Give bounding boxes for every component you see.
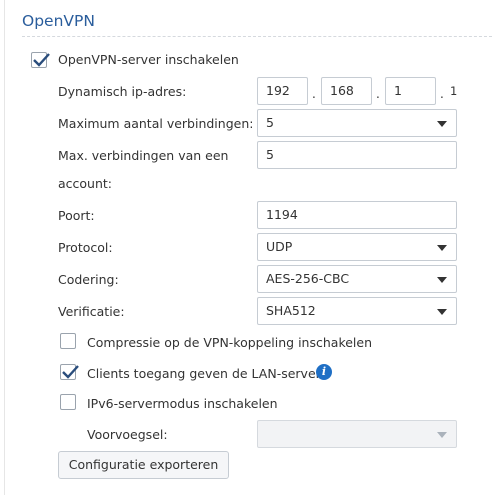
max-per-account-input[interactable]: 5: [257, 141, 457, 169]
info-icon[interactable]: i: [316, 364, 332, 380]
export-config-button[interactable]: Configuratie exporteren: [58, 451, 229, 479]
port-input[interactable]: 1194: [257, 201, 457, 229]
ip-separator: .: [376, 87, 380, 101]
prefix-select[interactable]: [257, 420, 457, 448]
verification-value: SHA512: [266, 303, 316, 318]
lan-access-label: Clients toegang geven de LAN-server: [87, 366, 321, 381]
port-label: Poort:: [58, 208, 95, 223]
protocol-value: UDP: [266, 239, 293, 254]
ip-separator: .: [312, 87, 316, 101]
ip-octet-2-input[interactable]: 168: [321, 77, 372, 105]
ip-separator: .: [440, 87, 444, 101]
verification-label: Verificatie:: [58, 304, 125, 319]
ip-octet-1-input[interactable]: 192: [257, 77, 308, 105]
ip-octet-3-input[interactable]: 1: [385, 77, 436, 105]
ip-octet-1-value: 192: [266, 83, 290, 98]
checkmark-icon: [33, 53, 50, 67]
chevron-down-icon: [437, 432, 447, 438]
port-value: 1194: [266, 207, 298, 222]
prefix-label: Voorvoegsel:: [87, 427, 168, 442]
chevron-down-icon: [437, 277, 447, 283]
ipv6-checkbox[interactable]: [60, 394, 76, 410]
protocol-label: Protocol:: [58, 240, 113, 255]
chevron-down-icon: [437, 309, 447, 315]
panel-border: [4, 0, 5, 495]
ip-octet-2-value: 168: [330, 83, 354, 98]
encryption-value: AES-256-CBC: [266, 271, 350, 286]
max-per-account-value: 5: [266, 147, 274, 162]
dynamic-ip-label: Dynamisch ip-adres:: [58, 84, 187, 99]
protocol-select[interactable]: UDP: [257, 233, 457, 261]
max-connections-value: 5: [266, 115, 274, 130]
section-divider: [22, 36, 492, 37]
chevron-down-icon: [437, 121, 447, 127]
section-title: OpenVPN: [22, 12, 95, 30]
compression-checkbox[interactable]: [60, 333, 76, 349]
ip-octet-4: 1: [450, 84, 458, 98]
ipv6-label: IPv6-servermodus inschakelen: [87, 396, 278, 411]
encryption-label: Codering:: [58, 272, 119, 287]
chevron-down-icon: [437, 245, 447, 251]
encryption-select[interactable]: AES-256-CBC: [257, 265, 457, 293]
compression-label: Compressie op de VPN-koppeling inschakel…: [87, 335, 373, 350]
checkmark-icon: [62, 365, 79, 379]
max-per-account-label-2: account:: [58, 176, 113, 191]
max-per-account-label: Max. verbindingen van een: [58, 148, 229, 163]
ip-octet-3-value: 1: [394, 83, 402, 98]
max-connections-select[interactable]: 5: [257, 109, 457, 137]
enable-server-checkbox[interactable]: [31, 52, 50, 68]
enable-server-label: OpenVPN-server inschakelen: [58, 52, 239, 67]
max-connections-label: Maximum aantal verbindingen:: [58, 116, 254, 131]
verification-select[interactable]: SHA512: [257, 297, 457, 325]
lan-access-checkbox[interactable]: [60, 364, 79, 380]
